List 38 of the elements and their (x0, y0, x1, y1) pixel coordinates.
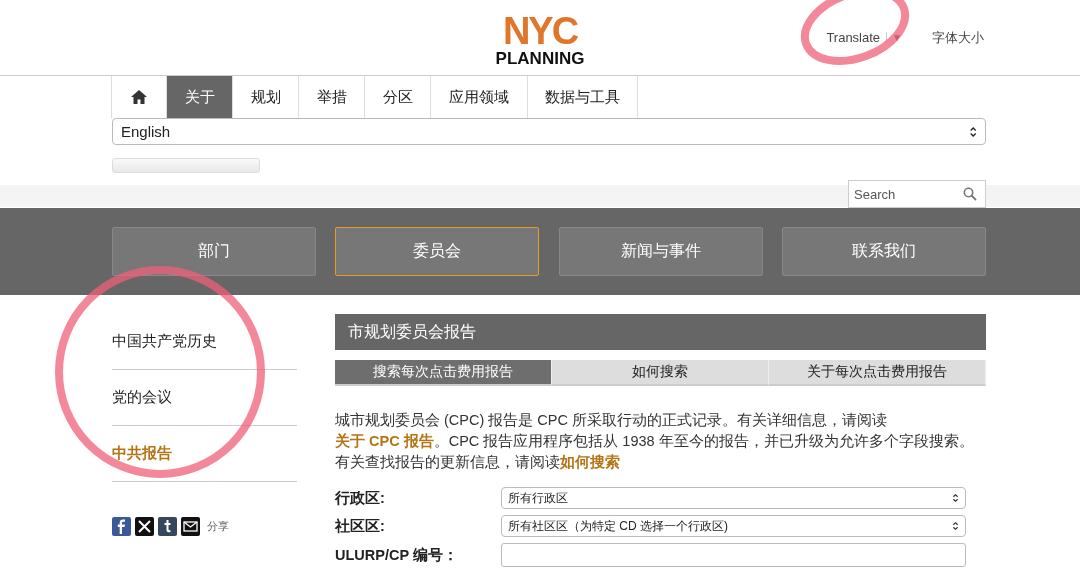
updown-icon (952, 493, 959, 503)
content-tab[interactable]: 搜索每次点击费用报告 (335, 360, 552, 386)
inline-link[interactable]: 关于 CPC 报告 (335, 433, 434, 449)
intro-paragraph: 城市规划委员会 (CPC) 报告是 CPC 所采取行动的正式记录。有关详细信息，请阅读 关于 CPC 报告。CPC 报告应用程序包括从 1938 年至今的报告，并已升级为允许多个字段搜索。有关查找报告的更新信息，请阅读如何搜索 (335, 411, 975, 472)
inline-link[interactable]: 如何搜索 (560, 454, 620, 470)
input-field[interactable] (501, 543, 966, 567)
sidebar-item[interactable]: 党的会议 (112, 370, 297, 426)
translate-link[interactable]: Translate (826, 30, 881, 45)
updown-icon (952, 521, 959, 531)
sidebar-item[interactable]: 中国共产党历史 (112, 314, 297, 370)
field-label: ULURP/CP 编号： (335, 545, 459, 565)
search-icon[interactable] (963, 187, 977, 201)
facebook-share-icon[interactable] (112, 517, 131, 536)
section-button[interactable]: 委员会 (335, 227, 540, 276)
home-icon (130, 89, 148, 105)
language-select[interactable]: English (112, 118, 986, 145)
section-button[interactable]: 部门 (112, 227, 316, 276)
font-size-link[interactable]: 字体大小 (932, 28, 984, 47)
tumblr-share-icon[interactable] (158, 517, 177, 536)
section-button[interactable]: 联系我们 (782, 227, 986, 276)
logo[interactable]: NYC PLANNING (495, 8, 585, 67)
nav-tab[interactable]: 关于 (166, 76, 233, 118)
dropdown-field[interactable]: 所有社区区（为特定 CD 选择一个行政区) (501, 515, 966, 537)
content-tab[interactable]: 关于每次点击费用报告 (769, 360, 986, 386)
dropdown-field[interactable]: 所有行政区 (501, 487, 966, 509)
section-title: 市规划委员会报告 (335, 314, 986, 350)
sidebar-item[interactable]: 中共报告 (112, 426, 297, 482)
logo-text: NYC (502, 12, 578, 50)
email-share-icon[interactable] (181, 517, 200, 536)
share-label[interactable]: 分享 (207, 519, 229, 534)
x-share-icon[interactable] (135, 517, 154, 536)
section-button[interactable]: 新闻与事件 (558, 227, 763, 276)
field-label: 行政区: (335, 488, 386, 508)
content-tab[interactable]: 如何搜索 (552, 360, 769, 386)
field-label: 社区区: (335, 516, 386, 536)
search-field[interactable]: Search (848, 180, 986, 208)
updown-icon (968, 125, 977, 138)
logo-subtitle: PLANNING (495, 50, 585, 67)
